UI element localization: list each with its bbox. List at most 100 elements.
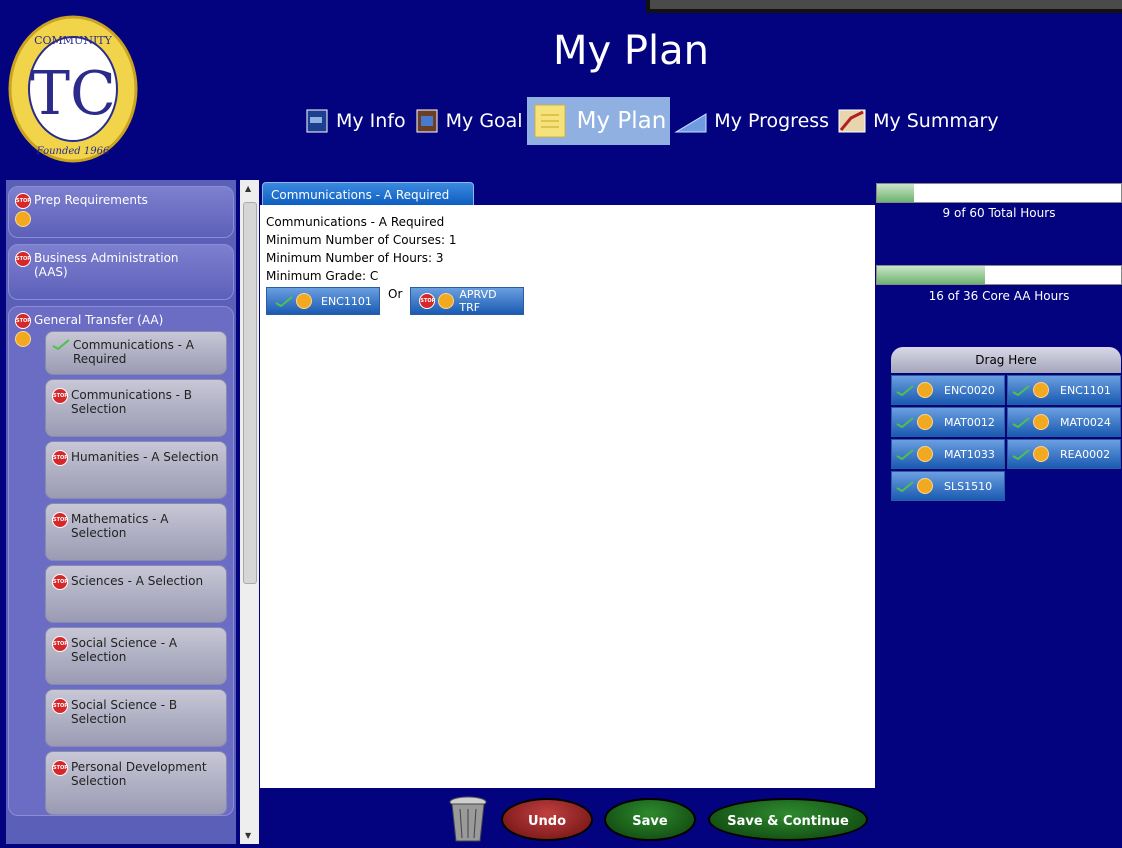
stop-icon: STOP	[419, 293, 436, 309]
nav-my-info[interactable]: My Info	[300, 97, 410, 145]
drag-course-item[interactable]: MAT0024	[1007, 407, 1121, 437]
course-code: APRVD TRF	[459, 288, 497, 314]
scrollbar-thumb[interactable]	[243, 202, 257, 584]
sidebar-item-social-science-a[interactable]: STOP Social Science - A Selection	[45, 627, 227, 685]
nav-my-summary[interactable]: My Summary	[833, 97, 1003, 145]
sidebar-item-label: Personal Development Selection	[71, 760, 207, 788]
stop-icon: STOP	[15, 251, 31, 267]
nav-my-summary-label: My Summary	[873, 110, 999, 132]
requirements-sidebar: STOP Prep Requirements STOP Business Admin…	[6, 180, 236, 844]
scroll-down-arrow-icon[interactable]: ▼	[245, 831, 251, 840]
sidebar-item-label: Sciences - A Selection	[71, 574, 204, 588]
checkmark-icon	[1012, 384, 1030, 397]
sidebar-group-business-administration[interactable]: STOP Business Administration (AAS)	[8, 244, 234, 300]
nav-my-plan[interactable]: My Plan	[526, 97, 671, 145]
sidebar-item-label: Communications - B Selection	[71, 388, 193, 416]
sidebar-item-label: Social Science - A Selection	[71, 636, 178, 664]
course-aprvd-trf[interactable]: STOP APRVD TRF	[410, 287, 525, 315]
total-hours-progress-bar	[876, 183, 1122, 203]
question-icon	[296, 293, 312, 309]
drag-course-item[interactable]: ENC0020	[891, 375, 1005, 405]
save-button[interactable]: Save	[604, 798, 696, 841]
question-icon	[917, 414, 933, 430]
sidebar-item-mathematics-a[interactable]: STOP Mathematics - A Selection	[45, 503, 227, 561]
drag-course-item[interactable]: SLS1510	[891, 471, 1005, 501]
or-label: Or	[388, 287, 403, 301]
save-continue-button[interactable]: Save & Continue	[708, 798, 868, 841]
course-code: ENC0020	[944, 383, 995, 397]
scroll-up-arrow-icon[interactable]: ▲	[245, 184, 251, 193]
checkmark-icon	[275, 295, 293, 308]
course-code: SLS1510	[944, 479, 993, 493]
progress-ramp-icon	[674, 108, 708, 134]
checkmark-icon	[1012, 448, 1030, 461]
trash-can-icon[interactable]	[447, 795, 489, 844]
question-icon	[1033, 446, 1049, 462]
question-icon	[917, 478, 933, 494]
page-title: My Plan	[553, 28, 709, 74]
stop-icon: STOP	[15, 313, 31, 329]
course-code: MAT1033	[944, 447, 995, 461]
goal-book-icon	[414, 108, 440, 134]
min-hours: Minimum Number of Hours: 3	[266, 251, 444, 265]
svg-text:Founded 1966: Founded 1966	[36, 146, 110, 157]
nav-my-info-label: My Info	[336, 110, 406, 132]
sidebar-item-label: Social Science - B Selection	[71, 698, 178, 726]
sidebar-item-humanities-a[interactable]: STOP Humanities - A Selection	[45, 441, 227, 499]
progress-panel: 9 of 60 Total Hours 16 of 36 Core AA Hou…	[876, 180, 1122, 844]
stop-icon: STOP	[52, 698, 68, 714]
question-icon	[1033, 382, 1049, 398]
window-bar	[646, 0, 1122, 13]
checkmark-icon	[896, 480, 914, 493]
nav-my-goal-label: My Goal	[445, 110, 523, 132]
core-hours-progress-bar	[876, 265, 1122, 285]
sidebar-scrollbar[interactable]: ▲ ▼	[240, 180, 259, 844]
sidebar-group-prep-requirements[interactable]: STOP Prep Requirements	[8, 186, 234, 238]
sidebar-item-label: Mathematics - A Selection	[71, 512, 169, 540]
course-code: ENC1101	[1060, 383, 1111, 397]
nav-my-progress[interactable]: My Progress	[670, 97, 833, 145]
drag-course-item[interactable]: MAT1033	[891, 439, 1005, 469]
course-code: REA0002	[1060, 447, 1111, 461]
stop-icon: STOP	[15, 193, 31, 209]
sidebar-item-social-science-b[interactable]: STOP Social Science - B Selection	[45, 689, 227, 747]
sidebar-item-label: Communications - A Required	[73, 338, 195, 366]
stop-icon: STOP	[52, 450, 68, 466]
tab-communications-a[interactable]: Communications - A Required	[262, 182, 474, 206]
sidebar-item-personal-development[interactable]: STOP Personal Development Selection	[45, 751, 227, 815]
stop-icon: STOP	[52, 512, 68, 528]
sidebar-item-label: Humanities - A Selection	[71, 450, 219, 464]
question-icon	[917, 382, 933, 398]
drag-here-area[interactable]: Drag Here	[891, 347, 1121, 373]
checkmark-icon	[896, 416, 914, 429]
checkmark-icon	[896, 448, 914, 461]
checkmark-icon	[1012, 416, 1030, 429]
stop-icon: STOP	[52, 636, 68, 652]
core-hours-label: 16 of 36 Core AA Hours	[928, 289, 1070, 303]
summary-chart-icon	[837, 108, 867, 134]
drag-course-item[interactable]: REA0002	[1007, 439, 1121, 469]
sidebar-group-label: Business Administration (AAS)	[34, 251, 179, 279]
checkmark-icon	[52, 338, 70, 351]
question-icon	[917, 446, 933, 462]
drag-course-item[interactable]: ENC1101	[1007, 375, 1121, 405]
sidebar-item-communications-a[interactable]: Communications - A Required	[45, 331, 227, 375]
sidebar-item-sciences-a[interactable]: STOP Sciences - A Selection	[45, 565, 227, 623]
total-hours-label: 9 of 60 Total Hours	[942, 206, 1056, 220]
nav-my-progress-label: My Progress	[714, 110, 830, 132]
sidebar-group-label: General Transfer (AA)	[34, 313, 164, 327]
sidebar-item-communications-b[interactable]: STOP Communications - B Selection	[45, 379, 227, 437]
plan-notepad-icon	[531, 101, 571, 141]
requirement-name: Communications - A Required	[266, 215, 445, 229]
min-grade: Minimum Grade: C	[266, 269, 379, 283]
checkmark-icon	[896, 384, 914, 397]
min-courses: Minimum Number of Courses: 1	[266, 233, 457, 247]
sidebar-group-general-transfer[interactable]: STOP General Transfer (AA) Communications…	[8, 306, 234, 816]
question-icon	[1033, 414, 1049, 430]
course-enc1101[interactable]: ENC1101	[266, 287, 380, 315]
sidebar-group-label: Prep Requirements	[34, 193, 148, 207]
undo-button[interactable]: Undo	[501, 798, 593, 841]
nav-my-goal[interactable]: My Goal	[410, 97, 527, 145]
drag-course-item[interactable]: MAT0012	[891, 407, 1005, 437]
course-code: ENC1101	[321, 294, 372, 308]
